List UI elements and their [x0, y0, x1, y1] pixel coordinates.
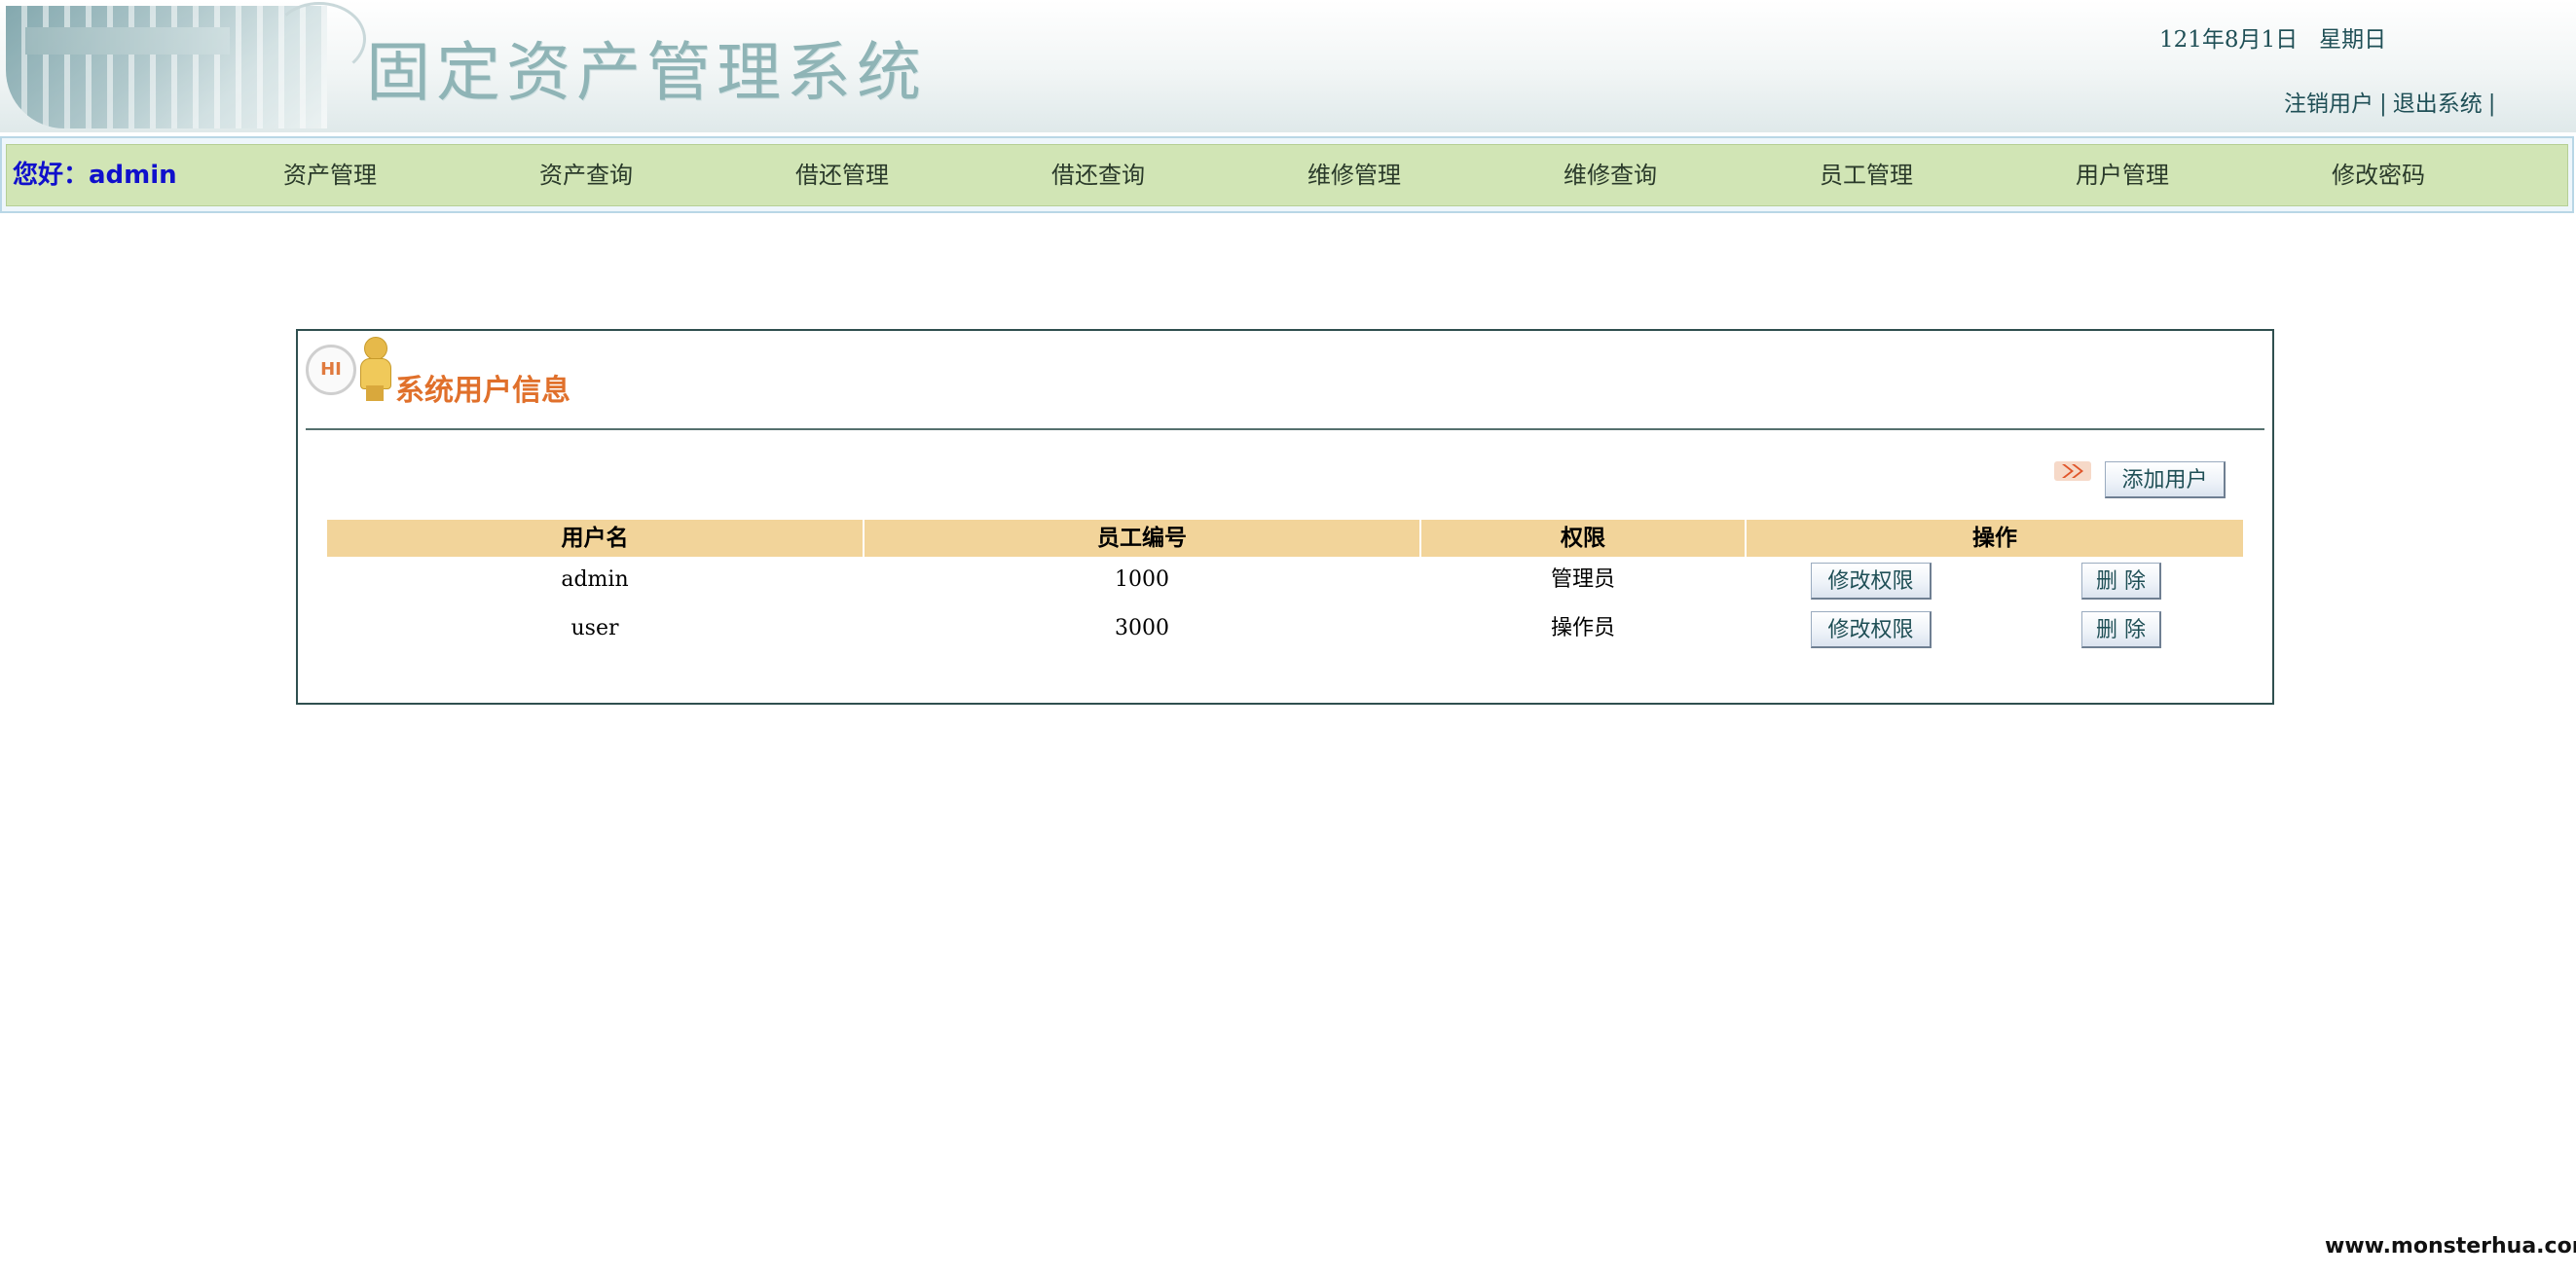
panel-title: 系统用户信息	[395, 374, 570, 408]
cell-username: user	[570, 616, 619, 640]
nav-item-user-management[interactable]: 用户管理	[2076, 145, 2169, 205]
nav-item-repair-management[interactable]: 维修管理	[1307, 145, 1401, 205]
person-head	[364, 337, 387, 360]
nav-item-repair-query[interactable]: 维修查询	[1564, 145, 1657, 205]
nav-item-asset-query[interactable]: 资产查询	[539, 145, 633, 205]
link-separator-trailing: |	[2487, 91, 2496, 117]
edit-permission-button[interactable]: 修改权限	[1811, 563, 1932, 600]
main-nav: 您好：admin 资产管理 资产查询 借还管理 借还查询 维修管理 维修查询 员…	[6, 144, 2568, 206]
delete-button[interactable]: 删 除	[2081, 563, 2161, 600]
current-date: 121年8月1日 星期日	[2159, 23, 2386, 56]
watermark: www.monsterhua.com	[2325, 1234, 2576, 1259]
nav-item-asset-management[interactable]: 资产管理	[283, 145, 377, 205]
greeting: 您好：admin	[13, 161, 177, 190]
user-info-panel: HI 系统用户信息 添加用户 用户名 员工编号 权限 操作 admin 1000…	[296, 329, 2274, 705]
cell-permission: 管理员	[1550, 567, 1615, 592]
nav-item-change-password[interactable]: 修改密码	[2332, 145, 2425, 205]
double-arrow-icon	[2054, 461, 2091, 481]
cell-permission: 操作员	[1550, 616, 1615, 640]
header-operation: 操作	[1747, 520, 2243, 557]
header-username: 用户名	[327, 520, 863, 557]
edit-permission-button[interactable]: 修改权限	[1811, 611, 1932, 648]
nav-item-borrow-query[interactable]: 借还查询	[1051, 145, 1145, 205]
header-banner: 固定资产管理系统 121年8月1日 星期日 注销用户 | 退出系统 |	[0, 0, 2576, 132]
cell-employee-id: 1000	[1115, 567, 1169, 592]
logout-link[interactable]: 注销用户	[2284, 91, 2374, 117]
nav-item-borrow-management[interactable]: 借还管理	[795, 145, 889, 205]
date-value: 121年8月1日	[2159, 27, 2299, 53]
cell-username: admin	[561, 567, 629, 592]
title-divider	[306, 428, 2264, 430]
link-separator: |	[2379, 91, 2387, 117]
cell-employee-id: 3000	[1115, 616, 1169, 640]
building-roof	[25, 27, 230, 55]
delete-button[interactable]: 删 除	[2081, 611, 2161, 648]
add-user-button[interactable]: 添加用户	[2105, 461, 2226, 498]
hi-person-icon	[356, 337, 395, 401]
header-permission: 权限	[1421, 520, 1745, 557]
weekday-value: 星期日	[2319, 27, 2387, 53]
top-links: 注销用户 | 退出系统 |	[2284, 88, 2502, 121]
nav-item-employee-management[interactable]: 员工管理	[1820, 145, 1913, 205]
hi-bubble-icon: HI	[306, 345, 356, 395]
person-legs	[366, 385, 384, 401]
exit-link[interactable]: 退出系统	[2393, 91, 2483, 117]
system-title: 固定资产管理系统	[366, 35, 927, 110]
header-employee-id: 员工编号	[865, 520, 1419, 557]
nav-frame: 您好：admin 资产管理 资产查询 借还管理 借还查询 维修管理 维修查询 员…	[0, 136, 2574, 213]
decorative-ring	[273, 2, 366, 76]
